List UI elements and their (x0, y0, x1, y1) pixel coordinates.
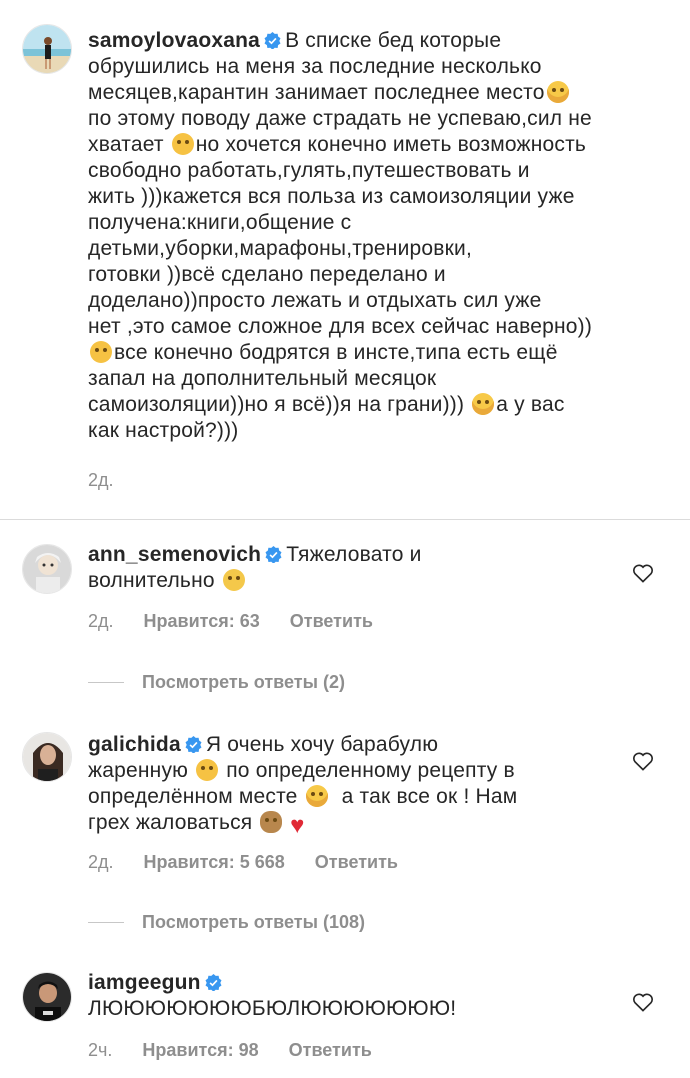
comment-time: 2ч. (88, 1040, 113, 1060)
avatar-ann-semenovich[interactable] (22, 544, 72, 594)
comment-text: samoylovaoxana В списке бед которые обруш… (88, 28, 648, 444)
view-replies-button[interactable]: Посмотреть ответы (2) (88, 672, 345, 693)
rolling-laughing-emoji-icon (90, 341, 112, 363)
comment-meta: 2д. Нравится: 5 668 Ответить (88, 852, 398, 873)
grinning-sweat-emoji-icon (305, 785, 328, 807)
view-replies-label: Посмотреть ответы (108) (142, 912, 365, 932)
username-link[interactable]: galichida (88, 733, 181, 756)
comment-text: iamgeegun ЛЮЮЮЮЮЮЮБЮЛЮЮЮЮЮЮЮ! (88, 970, 648, 1022)
likes-count[interactable]: Нравится: 5 668 (144, 852, 285, 873)
like-heart-icon[interactable] (632, 563, 654, 583)
comment-text: ann_semenovich Тяжеловато и волнительно (88, 542, 648, 594)
replies-line (88, 682, 124, 683)
replies-line (88, 922, 124, 923)
comment-time: 2д. (88, 852, 114, 872)
verified-badge-icon (185, 736, 202, 753)
crying-face-emoji-icon (222, 569, 245, 591)
avatar-galichida[interactable] (22, 732, 72, 782)
like-heart-icon[interactable] (632, 751, 654, 771)
view-replies-button[interactable]: Посмотреть ответы (108) (88, 912, 365, 933)
reply-button[interactable]: Ответить (289, 1040, 372, 1061)
comment-time: 2д. (88, 611, 114, 631)
reply-button[interactable]: Ответить (315, 852, 398, 873)
monkey-emoji-icon (260, 811, 283, 833)
like-heart-icon[interactable] (632, 992, 654, 1012)
comment-meta: 2д. (88, 470, 114, 491)
loudly-laughing-emoji-icon (196, 759, 219, 781)
tears-of-joy-emoji-icon (171, 133, 194, 155)
comment-body-part-3: но хочется конечно иметь возможность сво… (88, 133, 593, 338)
view-replies-label: Посмотреть ответы (2) (142, 672, 345, 692)
verified-badge-icon (264, 32, 281, 49)
verified-badge-icon (265, 546, 282, 563)
comment-body-part-1: ЛЮЮЮЮЮЮЮБЮЛЮЮЮЮЮЮЮ! (88, 997, 457, 1020)
red-heart-emoji-icon: ♥ (290, 812, 305, 839)
username-link[interactable]: ann_semenovich (88, 543, 261, 566)
reply-button[interactable]: Ответить (290, 611, 373, 632)
avatar-iamgeegun[interactable] (22, 972, 72, 1022)
comment-meta: 2д. Нравится: 63 Ответить (88, 611, 373, 632)
username-link[interactable]: iamgeegun (88, 971, 201, 994)
comment-text: galichida Я очень хочу барабулю жаренную … (88, 732, 648, 839)
likes-count[interactable]: Нравится: 63 (144, 611, 260, 632)
verified-badge-icon (205, 974, 222, 991)
avatar-samoylovaoxana[interactable] (22, 24, 72, 74)
likes-count[interactable]: Нравится: 98 (142, 1040, 258, 1061)
divider (0, 519, 690, 520)
grinning-sweat-emoji-icon (472, 393, 495, 415)
username-link[interactable]: samoylovaoxana (88, 29, 260, 52)
comment-time: 2д. (88, 470, 114, 490)
grinning-sweat-emoji-icon (546, 81, 569, 103)
comment-meta: 2ч. Нравится: 98 Ответить (88, 1040, 372, 1061)
